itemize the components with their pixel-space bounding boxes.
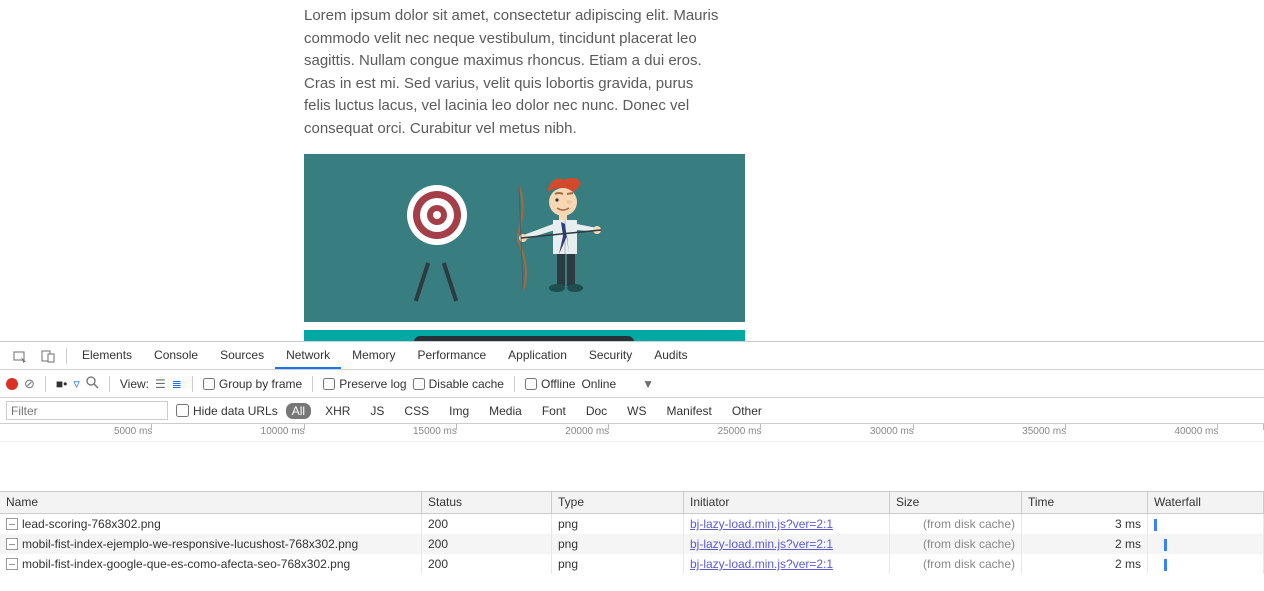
devtools-panel: Elements Console Sources Network Memory … [0, 341, 1264, 591]
tab-performance[interactable]: Performance [406, 342, 497, 369]
col-name[interactable]: Name [0, 492, 422, 513]
tab-sources[interactable]: Sources [209, 342, 275, 369]
tick-label: 25000 ms [718, 426, 762, 437]
filter-manifest[interactable]: Manifest [661, 403, 718, 419]
filter-other[interactable]: Other [726, 403, 768, 419]
network-table-body: lead-scoring-768x302.png 200 png bj-lazy… [0, 514, 1264, 574]
disable-cache-checkbox[interactable]: Disable cache [413, 377, 504, 391]
table-row[interactable]: mobil-fist-index-ejemplo-we-responsive-l… [0, 534, 1264, 554]
tick-label: 40000 ms [1174, 426, 1218, 437]
filter-font[interactable]: Font [536, 403, 572, 419]
table-row[interactable]: lead-scoring-768x302.png 200 png bj-lazy… [0, 514, 1264, 534]
network-filter-bar: Hide data URLs All XHR JS CSS Img Media … [0, 398, 1264, 424]
view-small-icon[interactable]: ≣ [172, 377, 182, 391]
filter-xhr[interactable]: XHR [319, 403, 356, 419]
row-size: (from disk cache) [890, 534, 1022, 554]
row-time: 2 ms [1022, 534, 1148, 554]
file-icon [6, 518, 18, 530]
tick-label: 20000 ms [565, 426, 609, 437]
col-size[interactable]: Size [890, 492, 1022, 513]
banner-archer [304, 154, 745, 322]
network-table-header: Name Status Type Initiator Size Time Wat… [0, 492, 1264, 514]
filter-input[interactable] [6, 401, 168, 420]
clear-button[interactable]: ⊘ [24, 376, 35, 392]
row-waterfall [1148, 534, 1264, 554]
tick-label: 15000 ms [413, 426, 457, 437]
row-initiator-link[interactable]: bj-lazy-load.min.js?ver=2:1 [690, 537, 833, 551]
col-initiator[interactable]: Initiator [684, 492, 890, 513]
device-toggle-icon[interactable] [34, 343, 62, 369]
filter-img[interactable]: Img [443, 403, 475, 419]
tick-label: 35000 ms [1022, 426, 1066, 437]
filter-css[interactable]: CSS [398, 403, 435, 419]
online-label: Online [581, 377, 616, 391]
row-size: (from disk cache) [890, 554, 1022, 574]
camera-icon[interactable]: ■• [56, 377, 67, 391]
view-label: View: [120, 377, 149, 391]
row-type: png [552, 554, 684, 574]
archer-character [517, 178, 627, 313]
col-type[interactable]: Type [552, 492, 684, 513]
group-by-frame-checkbox[interactable]: Group by frame [203, 377, 302, 391]
tab-console[interactable]: Console [143, 342, 209, 369]
row-initiator-link[interactable]: bj-lazy-load.min.js?ver=2:1 [690, 517, 833, 531]
row-status: 200 [422, 514, 552, 534]
row-status: 200 [422, 554, 552, 574]
tab-audits[interactable]: Audits [643, 342, 698, 369]
col-time[interactable]: Time [1022, 492, 1148, 513]
filter-js[interactable]: JS [364, 403, 390, 419]
row-waterfall [1148, 554, 1264, 574]
filter-doc[interactable]: Doc [580, 403, 613, 419]
record-button[interactable] [6, 378, 18, 390]
file-icon [6, 538, 18, 550]
offline-checkbox[interactable]: Offline [525, 377, 575, 391]
table-row[interactable]: mobil-fist-index-google-que-es-como-afec… [0, 554, 1264, 574]
preserve-log-checkbox[interactable]: Preserve log [323, 377, 406, 391]
filter-ws[interactable]: WS [621, 403, 652, 419]
row-time: 2 ms [1022, 554, 1148, 574]
row-name: mobil-fist-index-ejemplo-we-responsive-l… [22, 537, 358, 551]
tab-security[interactable]: Security [578, 342, 643, 369]
network-timeline[interactable]: 5000 ms 10000 ms 15000 ms 20000 ms 25000… [0, 424, 1264, 492]
inspect-icon[interactable] [6, 343, 34, 369]
target-icon [406, 184, 468, 246]
devtools-tabs: Elements Console Sources Network Memory … [0, 342, 1264, 370]
tab-network[interactable]: Network [275, 342, 341, 369]
col-waterfall[interactable]: Waterfall [1148, 492, 1264, 513]
file-icon [6, 558, 18, 570]
row-size: (from disk cache) [890, 514, 1022, 534]
view-large-icon[interactable]: ☰ [155, 377, 166, 391]
tab-elements[interactable]: Elements [71, 342, 143, 369]
col-status[interactable]: Status [422, 492, 552, 513]
page-content: Lorem ipsum dolor sit amet, consectetur … [0, 0, 1264, 390]
filter-all[interactable]: All [286, 403, 311, 419]
row-type: png [552, 534, 684, 554]
search-icon[interactable] [86, 376, 99, 392]
row-name: mobil-fist-index-google-que-es-como-afec… [22, 557, 350, 571]
hide-data-urls-checkbox[interactable]: Hide data URLs [176, 404, 278, 418]
row-type: png [552, 514, 684, 534]
row-waterfall [1148, 514, 1264, 534]
row-status: 200 [422, 534, 552, 554]
row-time: 3 ms [1022, 514, 1148, 534]
tick-label: 10000 ms [261, 426, 305, 437]
row-name: lead-scoring-768x302.png [22, 517, 161, 531]
network-toolbar: ⊘ ■• ▿ View: ☰ ≣ Group by frame Preserve… [0, 370, 1264, 398]
tick-label: 30000 ms [870, 426, 914, 437]
tab-application[interactable]: Application [497, 342, 578, 369]
filter-media[interactable]: Media [483, 403, 528, 419]
tab-memory[interactable]: Memory [341, 342, 406, 369]
row-initiator-link[interactable]: bj-lazy-load.min.js?ver=2:1 [690, 557, 833, 571]
timeline-ruler: 5000 ms 10000 ms 15000 ms 20000 ms 25000… [0, 424, 1264, 442]
tick-label: 5000 ms [114, 426, 152, 437]
throttling-select[interactable]: ▼ [642, 377, 654, 391]
easel-leg [442, 262, 458, 301]
filter-toggle-icon[interactable]: ▿ [73, 376, 80, 392]
lorem-paragraph: Lorem ipsum dolor sit amet, consectetur … [304, 5, 724, 140]
easel-leg [414, 262, 430, 301]
